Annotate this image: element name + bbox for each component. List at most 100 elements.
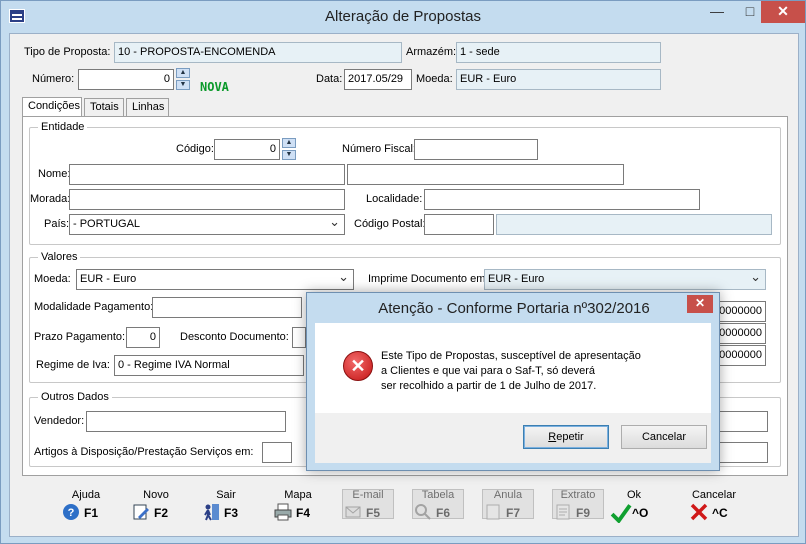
tab-totais[interactable]: Totais (84, 98, 124, 117)
table-button: Tabela F6 (406, 489, 470, 527)
spin-up-icon[interactable]: ▲ (176, 68, 190, 78)
exit-key: F3 (224, 506, 239, 520)
data-field[interactable]: 2017.05/29 (344, 69, 412, 90)
window-title: Alteração de Propostas (325, 8, 481, 25)
cancel-doc-icon (486, 504, 500, 520)
spin-up-icon[interactable]: ▲ (282, 138, 296, 148)
nif-field[interactable] (414, 139, 538, 160)
artigos-field-right[interactable] (716, 442, 768, 463)
status-badge: NOVA (200, 80, 229, 94)
ok-label: Ok (626, 489, 642, 501)
numero-spinner[interactable]: ▲ ▼ (176, 68, 190, 90)
nome-field[interactable] (69, 164, 345, 185)
artigos-field[interactable] (262, 442, 292, 463)
nome-label: Nome: (38, 168, 71, 180)
codigo-postal-label: Código Postal: (354, 218, 426, 230)
dialog-cancel-button[interactable]: Cancelar (621, 425, 707, 449)
moeda-select[interactable]: EUR - Euro (76, 269, 354, 290)
exit-label: Sair (216, 489, 236, 501)
email-label: E-mail (352, 489, 384, 501)
new-document-icon (133, 504, 149, 520)
vendedor-field-right[interactable] (716, 411, 768, 432)
outros-title: Outros Dados (38, 391, 112, 403)
tipo-proposta-label: Tipo de Proposta: (24, 46, 111, 58)
codigo-spinner[interactable]: ▲ ▼ (282, 138, 296, 160)
printer-icon (274, 503, 292, 521)
dialog-message: Este Tipo de Propostas, susceptível de a… (381, 349, 701, 394)
title-bar[interactable]: Alteração de Propostas — □ ✕ (1, 1, 805, 33)
moeda-label: Moeda: (34, 273, 71, 285)
imprime-select[interactable]: EUR - Euro (484, 269, 766, 290)
new-button[interactable]: Novo F2 (124, 489, 188, 527)
email-icon (345, 506, 361, 518)
cancel-doc-label: Anula (493, 489, 523, 501)
table-key: F6 (436, 506, 451, 520)
help-button[interactable]: Ajuda ? F1 (54, 489, 118, 527)
localidade-label: Localidade: (366, 193, 423, 205)
numero-field[interactable]: 0 (78, 69, 174, 90)
close-button[interactable]: ✕ (761, 1, 805, 23)
vendedor-label: Vendedor: (34, 415, 85, 427)
repeat-button[interactable]: Repetir (523, 425, 609, 449)
tab-condicoes[interactable]: Condições (22, 97, 82, 118)
nome-field-2[interactable] (347, 164, 624, 185)
codigo-postal-localidade[interactable] (496, 214, 772, 235)
valores-title: Valores (38, 251, 81, 263)
x-icon (690, 503, 708, 521)
help-key: F1 (84, 506, 99, 520)
email-key: F5 (366, 506, 381, 520)
statement-key: F9 (576, 506, 591, 520)
modalidade-field[interactable] (152, 297, 302, 318)
map-button[interactable]: Mapa F4 (266, 489, 330, 527)
spin-down-icon[interactable]: ▼ (176, 80, 190, 90)
ok-button[interactable]: Ok ^O (602, 489, 666, 527)
error-icon: ✕ (343, 351, 373, 381)
regime-field[interactable]: 0 - Regime IVA Normal (114, 355, 304, 376)
repeat-accelerator: R (548, 431, 557, 443)
exit-button[interactable]: Sair F3 (194, 489, 258, 527)
statement-icon (556, 504, 570, 520)
prazo-label: Prazo Pagamento: (34, 331, 126, 343)
check-icon (610, 504, 632, 523)
pais-select[interactable]: - PORTUGAL (69, 214, 345, 235)
tab-linhas[interactable]: Linhas (126, 98, 169, 117)
cancel-doc-key: F7 (506, 506, 521, 520)
armazem-field[interactable]: 1 - sede (456, 42, 661, 63)
cancel-button[interactable]: Cancelar ^C (682, 489, 746, 527)
statement-label: Extrato (560, 489, 596, 501)
help-icon: ? (63, 504, 79, 520)
message-line: ser recolhido a partir de 1 de Julho de … (381, 380, 597, 392)
spin-down-icon[interactable]: ▼ (282, 150, 296, 160)
repeat-label: epetir (556, 431, 584, 443)
dialog-footer: Repetir Cancelar (315, 413, 711, 463)
tipo-proposta-field[interactable]: 10 - PROPOSTA-ENCOMENDA (114, 42, 402, 63)
imprime-label: Imprime Documento em: (368, 273, 489, 285)
vendedor-field[interactable] (86, 411, 286, 432)
regime-label: Regime de Iva: (36, 359, 110, 371)
minimize-button[interactable]: — (701, 1, 733, 23)
desconto-field[interactable] (292, 327, 306, 348)
localidade-field[interactable] (424, 189, 700, 210)
exit-person-icon (204, 504, 219, 521)
table-label: Tabela (421, 489, 455, 501)
armazem-label: Armazém: (406, 46, 457, 58)
dialog-title: Atenção - Conforme Portaria nº302/2016 (378, 300, 650, 317)
dialog-close-button[interactable]: ✕ (687, 295, 713, 313)
codigo-postal-field[interactable] (424, 214, 494, 235)
map-label: Mapa (284, 489, 312, 501)
new-key: F2 (154, 506, 169, 520)
prazo-field[interactable]: 0 (126, 327, 160, 348)
help-label: Ajuda (71, 489, 101, 501)
pais-label: País: (44, 218, 70, 230)
warning-dialog: Atenção - Conforme Portaria nº302/2016 ✕… (306, 292, 720, 471)
morada-field[interactable] (69, 189, 345, 210)
data-label: Data: (316, 73, 343, 85)
modalidade-label: Modalidade Pagamento: (34, 301, 154, 313)
entidade-title: Entidade (38, 121, 88, 133)
svg-text:?: ? (68, 507, 75, 519)
statement-button: Extrato F9 (546, 489, 610, 527)
message-line: Este Tipo de Propostas, susceptível de a… (381, 350, 641, 362)
codigo-label: Código: (176, 143, 214, 155)
codigo-field[interactable]: 0 (214, 139, 280, 160)
moeda-header-field[interactable]: EUR - Euro (456, 69, 661, 90)
